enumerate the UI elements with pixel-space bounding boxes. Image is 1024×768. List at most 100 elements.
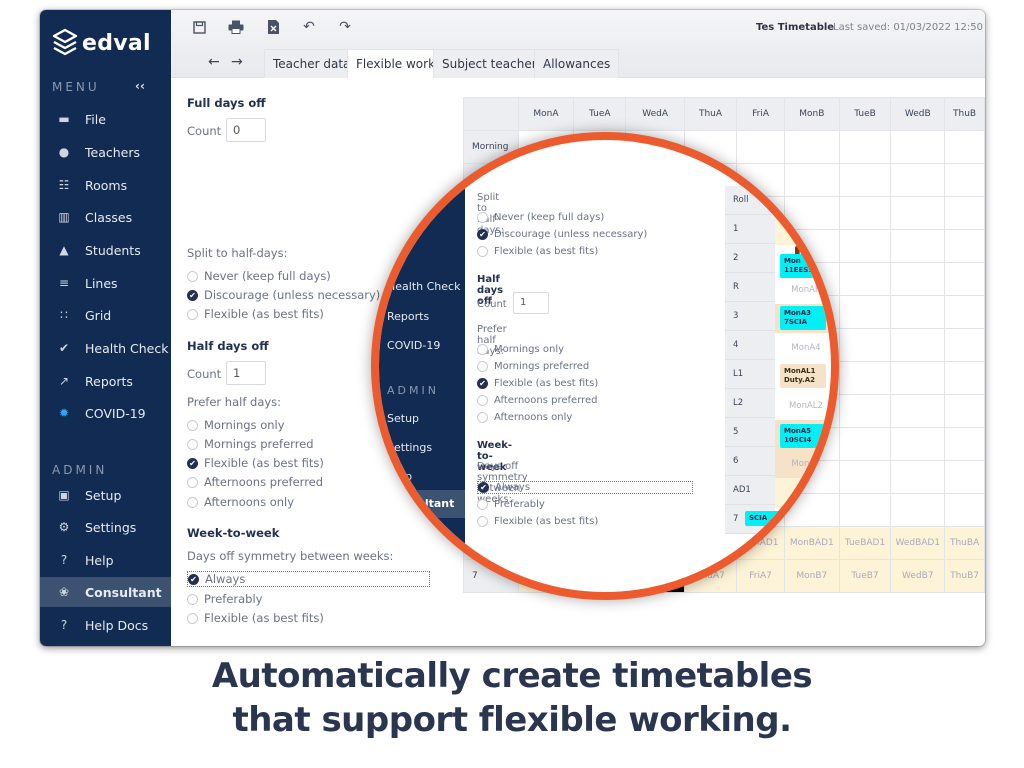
option-label: Flexible (as best fits) — [204, 307, 324, 321]
sidebar-item-label: Help — [85, 552, 114, 568]
sidebar-item-consultant[interactable]: Consultant — [379, 490, 465, 518]
option-label: Always — [495, 482, 531, 493]
sidebar-item-students[interactable]: ▲ Students — [40, 235, 171, 265]
split-option-flexible[interactable]: Flexible (as best fits) — [187, 307, 324, 321]
lesson-chip[interactable]: MonAL1 Duty.A2 — [780, 364, 826, 388]
sidebar-item-consultant[interactable]: ❀ Consultant — [40, 577, 171, 607]
prefer-option-afternoons-only[interactable]: Afternoons only — [477, 412, 572, 423]
lesson-chip[interactable]: SCIA — [745, 511, 791, 526]
week-option-flexible[interactable]: Flexible (as best fits) — [477, 516, 598, 527]
prefer-option-mornings-preferred[interactable]: Mornings preferred — [187, 437, 314, 451]
radio-checked-icon: ✔ — [477, 229, 488, 240]
sidebar-item-classes[interactable]: ▥ Classes — [40, 202, 171, 232]
tab-flexible-work[interactable]: Flexible work — [347, 49, 445, 78]
option-label: Discourage (unless necessary) — [494, 229, 648, 240]
prefer-option-afternoons-preferred[interactable]: Afternoons preferred — [477, 395, 598, 406]
sidebar-item-covid-19[interactable]: ✹ COVID-19 — [40, 398, 171, 428]
edval-logo[interactable]: edval — [52, 28, 151, 58]
row-header: L2 — [725, 389, 775, 418]
sidebar-item-reports[interactable]: ↗ Reports — [40, 366, 171, 396]
full-days-off-heading: Full days off — [187, 96, 266, 110]
radio-icon — [187, 476, 198, 488]
tab-allowances[interactable]: Allowances — [534, 49, 620, 78]
sidebar-item-label: Reports — [85, 373, 133, 389]
grid-cell[interactable]: ThuBA — [944, 526, 985, 560]
week-option-preferably[interactable]: Preferably — [477, 499, 545, 510]
prefer-option-mornings-only[interactable]: Mornings only — [477, 344, 564, 355]
symmetry-label: Days off symmetry between weeks: — [187, 549, 394, 563]
split-option-discourage[interactable]: ✔ Discourage (unless necessary) — [187, 288, 380, 302]
week-option-flexible[interactable]: Flexible (as best fits) — [187, 611, 324, 625]
grid-cell[interactable]: MonAR — [780, 275, 831, 304]
half-days-count-input[interactable]: 1 — [513, 292, 549, 314]
export-icon[interactable] — [264, 18, 282, 36]
undo-icon[interactable]: ↶ — [300, 18, 318, 36]
split-option-discourage[interactable]: ✔ Discourage (unless necessary) — [477, 229, 647, 240]
grid-cell[interactable]: MonA6 — [780, 449, 831, 478]
sidebar-item-grid[interactable]: ∷ Grid — [40, 300, 171, 330]
sidebar-item-settings[interactable]: ⚙ Settings — [40, 512, 171, 542]
sidebar-item-health-check[interactable]: ✔ Health Check — [40, 333, 171, 363]
sidebar-item-reports[interactable]: Reports — [387, 310, 429, 323]
sidebar-item-settings[interactable]: Settings — [387, 441, 432, 454]
admin-label: ADMIN — [387, 384, 439, 397]
sidebar: edval MENU ‹‹ ▬ File ● Teachers ☷ Rooms ▥ Cl… — [40, 10, 171, 646]
grid-cell[interactable]: ThuB7 — [944, 559, 985, 593]
chip-class: 7SCIA — [784, 318, 808, 326]
half-days-count-input[interactable]: 1 — [226, 361, 266, 385]
chip-title: Mon — [784, 257, 801, 265]
split-option-never[interactable]: Never (keep full days) — [477, 212, 604, 223]
week-option-always[interactable]: ✔ Always — [477, 481, 693, 494]
split-half-days-label: Split to half-days: — [187, 246, 288, 260]
sidebar-item-help[interactable]: ? Help — [40, 545, 171, 575]
week-option-preferably[interactable]: Preferably — [187, 592, 262, 606]
grid-cell[interactable]: MonAL2 — [780, 391, 831, 420]
grid-header-row: MonA TueA WedA ThuA FriA MonB TueB WedB … — [463, 97, 985, 131]
back-arrow-icon[interactable]: ← — [208, 54, 220, 70]
grid-cell[interactable]: WedB7 — [890, 559, 946, 593]
radio-checked-icon: ✔ — [187, 457, 198, 469]
sidebar-item-help[interactable]: Help — [387, 470, 412, 483]
prefer-option-afternoons-preferred[interactable]: Afternoons preferred — [187, 475, 323, 489]
radio-icon — [477, 516, 488, 527]
sidebar-item-health-check[interactable]: Health Check — [387, 280, 460, 293]
redo-icon[interactable]: ↷ — [336, 18, 354, 36]
magnifier-overlay: Health Check Reports COVID-19 ADMIN Setu… — [371, 132, 839, 600]
grid-cell[interactable]: TueB7 — [838, 559, 892, 593]
save-icon[interactable] — [190, 18, 208, 36]
sidebar-item-covid-19[interactable]: COVID-19 — [387, 339, 440, 352]
prefer-option-flexible[interactable]: ✔ Flexible (as best fits) — [477, 378, 598, 389]
grid-cell[interactable]: TueBAD1 — [838, 526, 892, 560]
sidebar-item-setup[interactable]: ▣ Setup — [40, 480, 171, 510]
tab-teacher-data[interactable]: Teacher data — [264, 49, 360, 78]
forward-arrow-icon[interactable]: → — [231, 54, 243, 70]
lesson-chip[interactable]: Mon 11EES1 — [780, 254, 826, 278]
option-label: Always — [205, 572, 246, 586]
sidebar-item-file[interactable]: ▬ File — [40, 104, 171, 134]
prefer-option-mornings-only[interactable]: Mornings only — [187, 418, 285, 432]
prefer-option-flexible[interactable]: ✔ Flexible (as best fits) — [187, 456, 324, 470]
prefer-option-afternoons-only[interactable]: Afternoons only — [187, 495, 294, 509]
sidebar-item-label: Grid — [85, 307, 112, 323]
sidebar-item-setup[interactable]: Setup — [387, 412, 419, 425]
print-icon[interactable] — [227, 18, 245, 36]
split-option-never[interactable]: Never (keep full days) — [187, 269, 331, 283]
grid-cell[interactable]: MonA4 — [780, 333, 831, 362]
half-days-count-label: Count — [477, 299, 507, 310]
lesson-chip[interactable]: MonA5 10SCI4 — [780, 424, 826, 448]
full-days-count-input[interactable]: 0 — [226, 118, 266, 142]
half-days-off-heading: Half days off — [187, 339, 269, 353]
prefer-option-mornings-preferred[interactable]: Mornings preferred — [477, 361, 589, 372]
sidebar-item-rooms[interactable]: ☷ Rooms — [40, 170, 171, 200]
sidebar-item-teachers[interactable]: ● Teachers — [40, 137, 171, 167]
lesson-chip[interactable]: MonA3 7SCIA — [780, 306, 826, 330]
toolbar: ↶ ↷ ← → Teacher data Flexible work Subje… — [171, 10, 985, 78]
book-icon: ▥ — [58, 210, 70, 224]
option-label: Flexible (as best fits) — [204, 611, 324, 625]
sidebar-item-label: Teachers — [85, 144, 140, 160]
split-option-flexible[interactable]: Flexible (as best fits) — [477, 246, 598, 257]
sidebar-item-lines[interactable]: ≡ Lines — [40, 268, 171, 298]
sidebar-item-help-docs[interactable]: ? Help Docs — [40, 610, 171, 640]
double-chevron-left-icon[interactable]: ‹‹ — [135, 79, 145, 93]
grid-cell[interactable]: WedBAD1 — [890, 526, 946, 560]
